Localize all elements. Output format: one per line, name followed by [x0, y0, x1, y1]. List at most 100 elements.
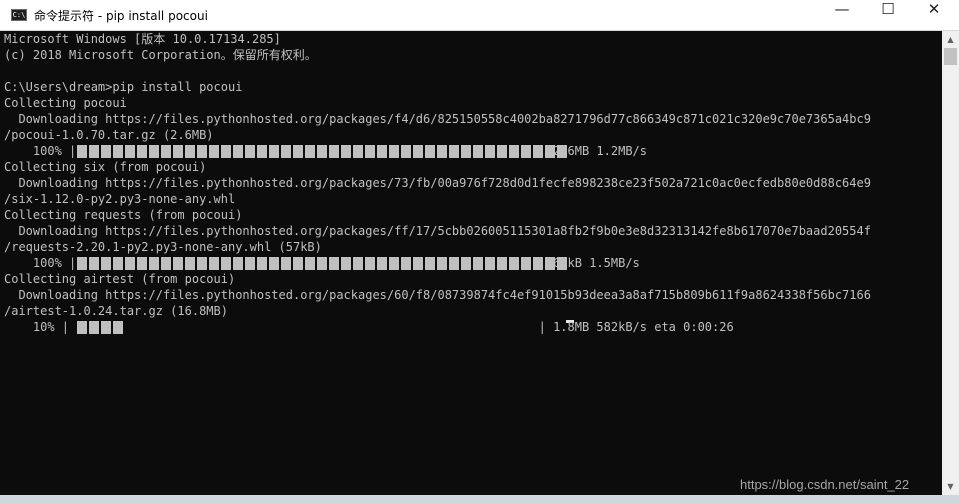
progress-block: [341, 257, 351, 270]
console-line: Downloading https://files.pythonhosted.o…: [4, 176, 871, 190]
cmd-app-icon[interactable]: C:\: [11, 9, 27, 21]
progress-block: [305, 257, 315, 270]
progress-block: [497, 145, 507, 158]
progress-block: [509, 145, 519, 158]
progress-block: [77, 321, 87, 334]
progress-block: [185, 257, 195, 270]
progress-block: [461, 257, 471, 270]
scroll-up-icon[interactable]: ▲: [942, 31, 959, 48]
progress-block: [317, 145, 327, 158]
console-line: (c) 2018 Microsoft Corporation。保留所有权利。: [4, 48, 317, 62]
progress-block: [377, 257, 387, 270]
progress-block: [101, 321, 111, 334]
console-line: C:\Users\dream>pip install pocoui: [4, 80, 243, 94]
progress-block: [401, 145, 411, 158]
progress-block: [545, 257, 555, 270]
progress-block: [425, 145, 435, 158]
progress-block: [233, 257, 243, 270]
progress-block: [461, 145, 471, 158]
progress-block: [137, 257, 147, 270]
progress-block: [353, 145, 363, 158]
progress-block: [485, 145, 495, 158]
progress-block: [209, 257, 219, 270]
progress-block: [233, 145, 243, 158]
progress-bar: [77, 145, 567, 158]
vertical-scrollbar[interactable]: ▲ ▼: [942, 31, 959, 495]
progress-block: [185, 145, 195, 158]
scroll-thumb[interactable]: [944, 48, 957, 65]
progress-block: [197, 257, 207, 270]
console-line: Downloading https://files.pythonhosted.o…: [4, 112, 871, 126]
progress-block: [521, 145, 531, 158]
scroll-down-icon[interactable]: ▼: [942, 478, 959, 495]
watermark-url: https://blog.csdn.net/saint_22: [740, 477, 910, 492]
progress-block: [269, 145, 279, 158]
progress-block: [77, 257, 87, 270]
console-line: Collecting requests (from pocoui): [4, 208, 243, 222]
progress-block: [437, 145, 447, 158]
minimize-button[interactable]: —: [819, 0, 865, 31]
progress-block: [281, 145, 291, 158]
progress-block: [413, 257, 423, 270]
progress-block: [257, 145, 267, 158]
progress-block: [497, 257, 507, 270]
progress-block: [533, 145, 543, 158]
progress-block: [521, 257, 531, 270]
progress-block: [389, 257, 399, 270]
progress-block: [449, 145, 459, 158]
progress-block: [89, 321, 99, 334]
progress-block: [161, 145, 171, 158]
progress-block: [557, 145, 567, 158]
progress-bar: [77, 321, 562, 334]
progress-block: [557, 257, 567, 270]
console-line: Microsoft Windows [版本 10.0.17134.285]: [4, 32, 281, 46]
progress-block: [77, 145, 87, 158]
progress-block: [257, 257, 267, 270]
progress-block: [245, 257, 255, 270]
console-line: Collecting pocoui: [4, 96, 127, 110]
progress-block: [509, 257, 519, 270]
title-bar[interactable]: C:\ 命令提示符 - pip install pocoui — ☐ ✕: [0, 0, 959, 31]
progress-block: [221, 145, 231, 158]
progress-block: [485, 257, 495, 270]
window-title: 命令提示符 - pip install pocoui: [34, 9, 208, 23]
progress-block: [293, 145, 303, 158]
progress-block: [341, 145, 351, 158]
progress-block: [269, 257, 279, 270]
console-line: Collecting six (from pocoui): [4, 160, 207, 174]
progress-block: [389, 145, 399, 158]
progress-block: [437, 257, 447, 270]
progress-block: [113, 145, 123, 158]
taskbar-strip: [0, 495, 959, 503]
progress-block: [245, 145, 255, 158]
console-line: Collecting airtest (from pocoui): [4, 272, 236, 286]
progress-block: [137, 145, 147, 158]
progress-block: [101, 145, 111, 158]
close-button[interactable]: ✕: [911, 0, 957, 31]
progress-block: [89, 145, 99, 158]
progress-block: [293, 257, 303, 270]
progress-block: [317, 257, 327, 270]
progress-block: [281, 257, 291, 270]
progress-block: [125, 145, 135, 158]
progress-block: [377, 145, 387, 158]
progress-block: [89, 257, 99, 270]
progress-block: [113, 321, 123, 334]
progress-block: [149, 257, 159, 270]
console-line: Downloading https://files.pythonhosted.o…: [4, 288, 871, 302]
console-line: /pocoui-1.0.70.tar.gz (2.6MB): [4, 128, 214, 142]
progress-block: [473, 257, 483, 270]
progress-block: [449, 257, 459, 270]
console-line: /requests-2.20.1-py2.py3-none-any.whl (5…: [4, 240, 322, 254]
progress-block: [413, 145, 423, 158]
progress-bar: [77, 257, 567, 270]
maximize-button[interactable]: ☐: [865, 0, 911, 31]
console-output[interactable]: https://blog.csdn.net/saint_22 Microsoft…: [0, 31, 942, 495]
progress-block: [425, 257, 435, 270]
progress-block: [173, 145, 183, 158]
progress-block: [197, 145, 207, 158]
progress-block: [329, 145, 339, 158]
progress-block: [365, 257, 375, 270]
progress-block: [305, 145, 315, 158]
progress-block: [161, 257, 171, 270]
